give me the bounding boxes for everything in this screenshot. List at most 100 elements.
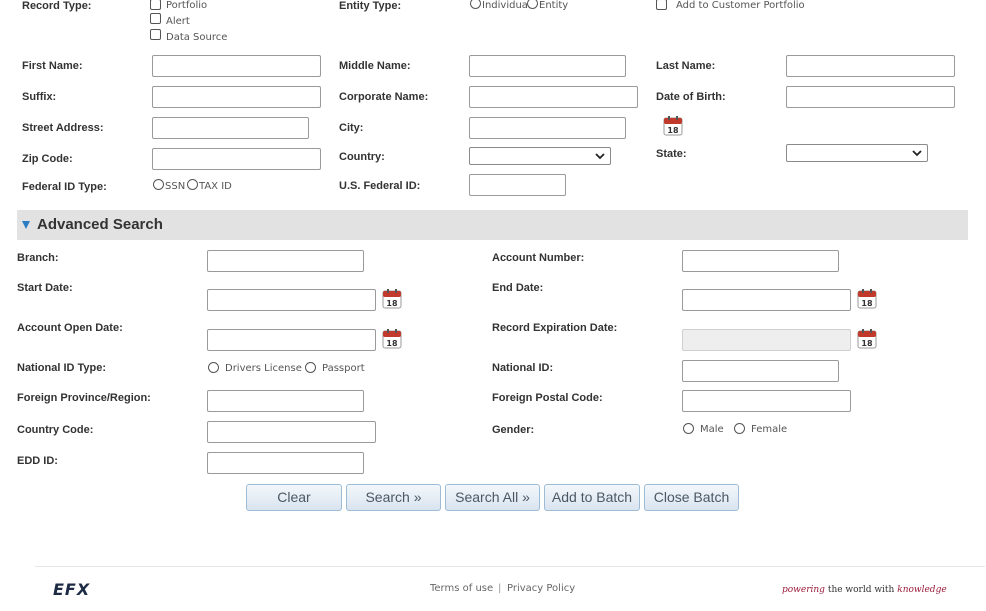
start-date-calendar-day: 18 — [386, 299, 398, 308]
data-source-checkbox[interactable] — [150, 29, 161, 40]
footer-separator: | — [498, 583, 502, 594]
tagline-world: the world with — [827, 585, 895, 595]
us-federal-id-label: U.S. Federal ID: — [339, 180, 421, 192]
branch-input[interactable] — [207, 250, 364, 272]
national-id-type-label: National ID Type: — [17, 362, 107, 374]
country-label: Country: — [339, 151, 385, 163]
end-date-input[interactable] — [682, 289, 851, 311]
foreign-province-label: Foreign Province/Region: — [17, 392, 151, 404]
portfolio-option-label: Portfolio — [166, 0, 208, 11]
entity-option-label: Entity — [539, 0, 569, 11]
zip-code-label: Zip Code: — [22, 153, 73, 165]
terms-of-use-link[interactable]: Terms of use — [430, 583, 493, 594]
state-select[interactable] — [786, 144, 928, 162]
suffix-input[interactable] — [152, 86, 321, 108]
corporate-name-input[interactable] — [469, 86, 638, 108]
start-date-input[interactable] — [207, 289, 376, 311]
tax-id-radio[interactable] — [187, 179, 198, 190]
tagline-powering: powering — [782, 585, 825, 595]
close-batch-button[interactable]: Close Batch — [644, 484, 739, 511]
first-name-input[interactable] — [152, 55, 321, 77]
country-code-label: Country Code: — [17, 424, 94, 436]
ssn-option-label: SSN — [165, 181, 186, 192]
account-open-date-label: Account Open Date: — [17, 322, 123, 334]
individual-option-label: Individual — [482, 0, 531, 11]
edd-id-input[interactable] — [207, 452, 364, 474]
female-radio[interactable] — [734, 423, 745, 434]
tax-id-option-label: TAX ID — [199, 181, 232, 192]
search-button[interactable]: Search » — [346, 484, 441, 511]
foreign-province-input[interactable] — [207, 390, 364, 412]
branch-label: Branch: — [17, 252, 59, 264]
record-expiration-calendar-day: 18 — [861, 339, 873, 348]
search-all-button[interactable]: Search All » — [445, 484, 540, 511]
add-to-portfolio-label: Add to Customer Portfolio — [676, 0, 805, 11]
record-expiration-date-label: Record Expiration Date: — [492, 322, 618, 334]
last-name-label: Last Name: — [656, 60, 716, 72]
male-option-label: Male — [700, 424, 724, 435]
corporate-name-label: Corporate Name: — [339, 91, 429, 103]
female-option-label: Female — [751, 424, 788, 435]
edd-id-label: EDD ID: — [17, 455, 58, 467]
street-address-input[interactable] — [152, 117, 309, 139]
drivers-license-radio[interactable] — [208, 362, 219, 373]
federal-id-type-label: Federal ID Type: — [22, 181, 107, 193]
privacy-policy-link[interactable]: Privacy Policy — [507, 583, 575, 594]
last-name-input[interactable] — [786, 55, 955, 77]
portfolio-checkbox[interactable] — [150, 0, 161, 10]
account-number-input[interactable] — [682, 250, 839, 272]
suffix-label: Suffix: — [22, 91, 57, 103]
chevron-down-icon — [595, 153, 605, 160]
tagline-knowledge: knowledge — [897, 585, 947, 595]
street-address-label: Street Address: — [22, 122, 104, 134]
dob-label: Date of Birth: — [656, 91, 726, 103]
account-open-date-calendar-icon[interactable]: 18 — [382, 328, 402, 349]
end-date-calendar-icon[interactable]: 18 — [857, 288, 877, 309]
entity-radio[interactable] — [527, 0, 538, 9]
zip-code-input[interactable] — [152, 148, 321, 170]
record-expiration-date-input — [682, 329, 851, 351]
middle-name-input[interactable] — [469, 55, 626, 77]
efx-logo: EFX — [53, 580, 91, 599]
advanced-search-title: Advanced Search — [37, 216, 163, 233]
add-to-portfolio-checkbox[interactable] — [656, 0, 667, 10]
city-input[interactable] — [469, 117, 626, 139]
passport-radio[interactable] — [305, 362, 316, 373]
middle-name-label: Middle Name: — [339, 60, 411, 72]
foreign-postal-code-label: Foreign Postal Code: — [492, 392, 603, 404]
passport-option-label: Passport — [322, 363, 365, 374]
account-number-label: Account Number: — [492, 252, 585, 264]
end-date-calendar-day: 18 — [861, 299, 873, 308]
collapse-triangle-icon[interactable] — [22, 221, 30, 229]
ssn-radio[interactable] — [153, 179, 164, 190]
gender-label: Gender: — [492, 424, 535, 436]
record-expiration-calendar-icon[interactable]: 18 — [857, 328, 877, 349]
account-open-date-input[interactable] — [207, 329, 376, 351]
state-label: State: — [656, 148, 687, 160]
dob-calendar-day: 18 — [667, 126, 679, 135]
entity-type-label: Entity Type: — [339, 0, 402, 12]
dob-calendar-icon[interactable]: 18 — [663, 115, 683, 136]
alert-checkbox[interactable] — [150, 13, 161, 24]
foreign-postal-code-input[interactable] — [682, 390, 851, 412]
start-date-calendar-icon[interactable]: 18 — [382, 288, 402, 309]
start-date-label: Start Date: — [17, 282, 73, 294]
city-label: City: — [339, 122, 364, 134]
account-open-date-calendar-day: 18 — [386, 339, 398, 348]
add-to-batch-button[interactable]: Add to Batch — [544, 484, 640, 511]
drivers-license-option-label: Drivers License — [225, 363, 302, 374]
clear-button[interactable]: Clear — [246, 484, 342, 511]
country-code-input[interactable] — [207, 421, 376, 443]
footer-tagline: powering the world with knowledge — [782, 585, 947, 595]
individual-radio[interactable] — [470, 0, 481, 9]
male-radio[interactable] — [683, 423, 694, 434]
dob-input[interactable] — [786, 86, 955, 108]
end-date-label: End Date: — [492, 282, 544, 294]
national-id-input[interactable] — [682, 360, 839, 382]
record-type-label: Record Type: — [22, 0, 92, 12]
country-select[interactable] — [469, 147, 611, 165]
data-source-option-label: Data Source — [166, 32, 228, 43]
footer-divider — [35, 566, 985, 567]
us-federal-id-input[interactable] — [469, 174, 566, 196]
first-name-label: First Name: — [22, 60, 83, 72]
